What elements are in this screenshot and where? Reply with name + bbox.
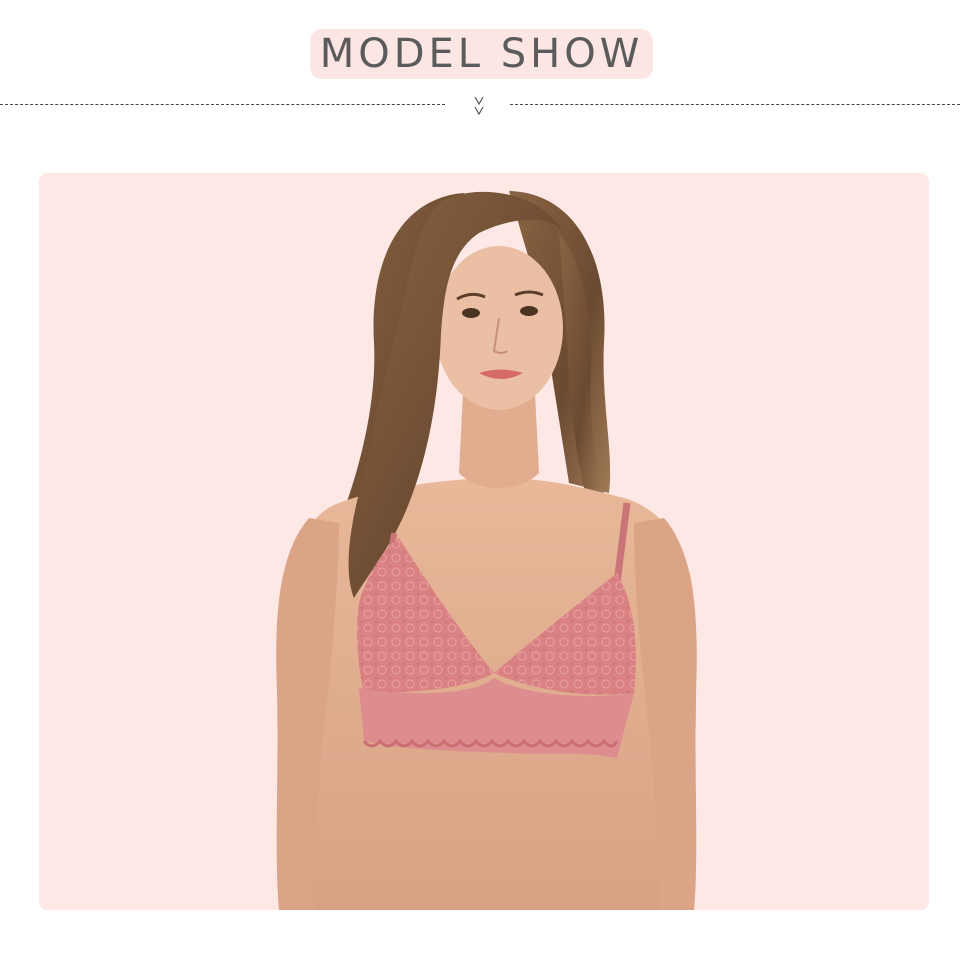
double-chevron-down-icon bbox=[474, 96, 484, 116]
divider-right bbox=[510, 104, 960, 105]
model-photo bbox=[39, 173, 929, 910]
section-title: MODEL SHOW bbox=[319, 31, 644, 77]
model-illustration bbox=[276, 191, 697, 910]
divider-left bbox=[0, 104, 445, 105]
section-title-badge: MODEL SHOW bbox=[310, 29, 653, 79]
